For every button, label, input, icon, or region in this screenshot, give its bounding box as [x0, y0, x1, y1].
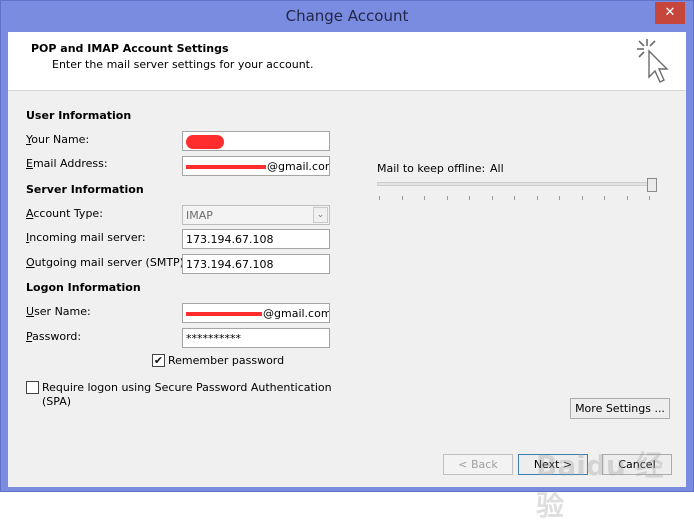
- email-address-value: @gmail.com: [267, 160, 330, 173]
- dialog-header: POP and IMAP Account Settings Enter the …: [8, 32, 686, 91]
- baidu-watermark: Baidu 经验: [536, 449, 664, 522]
- redaction-mark: [186, 312, 262, 316]
- redaction-mark: [186, 165, 266, 169]
- password-label: Password:: [26, 330, 82, 343]
- back-button[interactable]: < Back: [443, 454, 513, 475]
- title-bar[interactable]: Change Account ✕: [1, 1, 693, 32]
- your-name-label: Your Name:: [26, 133, 90, 146]
- incoming-server-input[interactable]: 173.194.67.108: [182, 229, 330, 249]
- spa-label-line2[interactable]: (SPA): [42, 395, 71, 408]
- more-settings-button[interactable]: More Settings ...: [570, 398, 670, 419]
- password-input[interactable]: **********: [182, 328, 330, 348]
- header-subtitle: Enter the mail server settings for your …: [52, 58, 314, 71]
- close-button[interactable]: ✕: [655, 2, 685, 24]
- spa-label[interactable]: Require logon using Secure Password Auth…: [42, 381, 332, 394]
- slider-tick: [559, 196, 560, 200]
- email-address-input[interactable]: @gmail.com: [182, 156, 330, 176]
- mail-offline-label: Mail to keep offline:: [377, 162, 486, 175]
- user-info-heading: User Information: [26, 109, 132, 122]
- mail-offline-slider-thumb[interactable]: [647, 178, 657, 192]
- slider-tick: [604, 196, 605, 200]
- dialog-client-area: POP and IMAP Account Settings Enter the …: [8, 32, 686, 522]
- email-address-label: Email Address:: [26, 157, 108, 170]
- server-info-heading: Server Information: [26, 183, 144, 196]
- user-name-value: @gmail.com: [263, 307, 330, 320]
- user-name-label: User Name:: [26, 305, 91, 318]
- incoming-server-label: Incoming mail server:: [26, 231, 146, 244]
- account-type-value: IMAP: [186, 209, 213, 222]
- slider-tick: [626, 196, 628, 200]
- slider-tick: [424, 196, 425, 200]
- slider-tick: [379, 196, 380, 200]
- account-type-select[interactable]: IMAP ⌄: [182, 205, 330, 225]
- slider-tick: [401, 196, 403, 200]
- slider-tick: [581, 196, 583, 200]
- slider-tick: [649, 196, 650, 200]
- outgoing-server-label: Outgoing mail server (SMTP):: [26, 256, 188, 269]
- your-name-label-text: our Name:: [31, 133, 90, 146]
- account-type-label: Account Type:: [26, 207, 103, 220]
- cursor-sparkle-icon: [637, 39, 669, 83]
- redaction-mark: [186, 135, 224, 149]
- change-account-window: Change Account ✕ POP and IMAP Account Se…: [0, 0, 694, 522]
- spa-checkbox[interactable]: [26, 381, 39, 394]
- remember-password-label[interactable]: Remember password: [168, 354, 284, 367]
- slider-tick: [469, 196, 470, 200]
- slider-tick: [491, 196, 493, 200]
- user-name-input[interactable]: @gmail.com: [182, 303, 330, 323]
- remember-password-checkbox[interactable]: ✔: [152, 354, 165, 367]
- logon-info-heading: Logon Information: [26, 281, 141, 294]
- mail-offline-value: All: [490, 162, 504, 175]
- header-title: POP and IMAP Account Settings: [31, 42, 229, 55]
- outgoing-server-input[interactable]: 173.194.67.108: [182, 254, 330, 274]
- your-name-input[interactable]: [182, 131, 330, 151]
- slider-tick: [446, 196, 448, 200]
- mail-offline-slider-track[interactable]: [377, 182, 657, 186]
- chevron-down-icon[interactable]: ⌄: [313, 207, 328, 223]
- slider-tick: [536, 196, 538, 200]
- slider-tick: [514, 196, 515, 200]
- window-title: Change Account: [285, 7, 409, 25]
